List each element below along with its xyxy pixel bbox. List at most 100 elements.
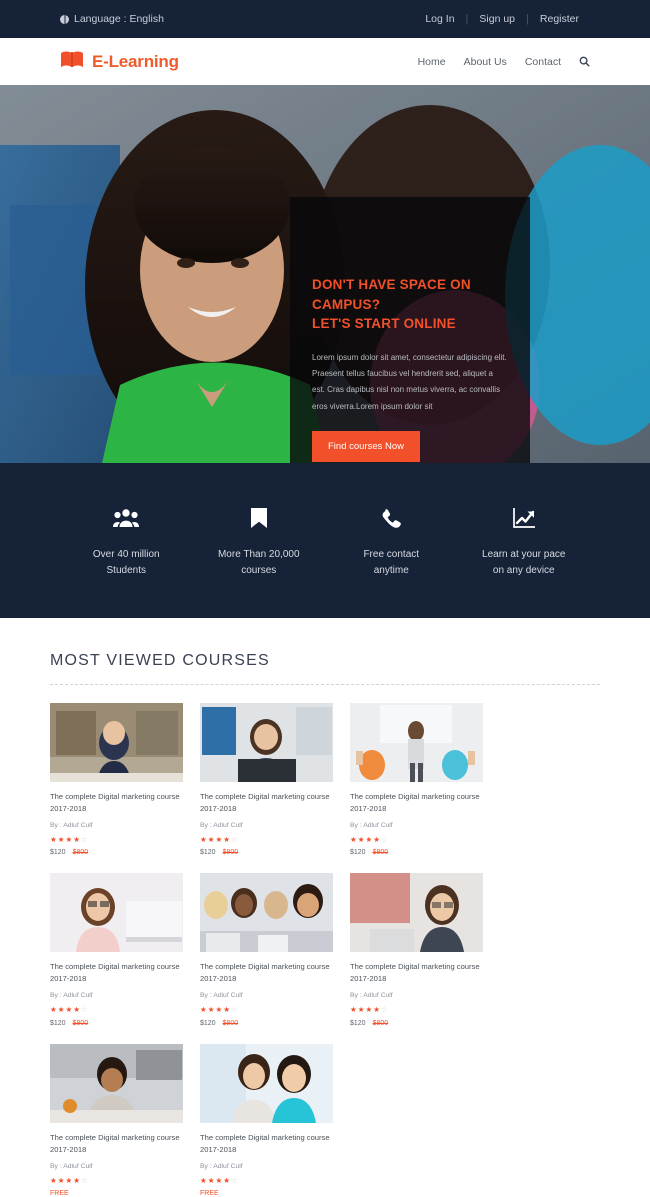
course-title[interactable]: The complete Digital marketing course 201… (350, 961, 483, 985)
course-title-text: The complete Digital marketing course (350, 792, 480, 801)
course-thumbnail[interactable] (50, 703, 183, 782)
nav-item-home[interactable]: Home (418, 56, 446, 68)
star-filled-icon: ★ (50, 1005, 57, 1015)
nav-item-contact[interactable]: Contact (525, 56, 561, 68)
course-rating: ★ ★ ★ ★ ☆ (350, 1006, 483, 1014)
course-thumbnail[interactable] (200, 703, 333, 782)
register-link[interactable]: Register (529, 13, 590, 25)
feature-label-pace: Learn at your pace on any device (458, 547, 591, 578)
course-title[interactable]: The complete Digital marketing course 201… (50, 1132, 183, 1156)
star-filled-icon: ★ (373, 1005, 380, 1015)
course-rating: ★ ★ ★ ★ ☆ (200, 836, 333, 844)
signup-link[interactable]: Sign up (468, 13, 526, 25)
course-author: By : Adluf Culf (50, 821, 93, 829)
course-price: FREE (50, 1190, 183, 1197)
course-card[interactable]: The complete Digital marketing course 201… (350, 873, 483, 1027)
language-selector[interactable]: Language : English (60, 13, 164, 25)
course-title[interactable]: The complete Digital marketing course 201… (50, 961, 183, 985)
course-title[interactable]: The complete Digital marketing course 201… (200, 961, 333, 985)
find-courses-button[interactable]: Find courses Now (312, 431, 421, 463)
course-author: By : Adluf Culf (200, 992, 243, 1000)
course-thumbnail[interactable] (200, 1043, 333, 1123)
course-price: $120 $800 (200, 1020, 333, 1027)
course-price-original: $800 (222, 1019, 239, 1027)
search-icon[interactable] (579, 56, 590, 67)
star-filled-icon: ★ (365, 834, 373, 844)
star-filled-icon: ★ (57, 1005, 65, 1015)
star-filled-icon: ★ (215, 834, 223, 844)
course-title[interactable]: The complete Digital marketing course 201… (350, 791, 483, 815)
star-filled-icon: ★ (50, 1175, 57, 1185)
star-empty-icon: ☆ (80, 1175, 88, 1185)
course-thumbnail[interactable] (50, 873, 183, 953)
feature-line1: More Than 20,000 (217, 549, 300, 560)
star-filled-icon: ★ (57, 1175, 65, 1185)
chart-line-icon (458, 503, 591, 533)
course-year: 2017-2018 (200, 1144, 237, 1154)
course-thumbnail[interactable] (350, 703, 483, 782)
course-author: By : Adluf Culf (200, 1162, 243, 1170)
login-link[interactable]: Log In (414, 13, 465, 25)
brand-name: E-Learning (92, 51, 179, 71)
course-price-current: $120 (200, 849, 216, 857)
star-empty-icon: ☆ (230, 1175, 238, 1185)
course-card[interactable]: The complete Digital marketing course 201… (200, 873, 333, 1027)
phone-icon (325, 503, 458, 533)
course-price-original: $800 (72, 849, 89, 857)
brand-logo[interactable]: E-Learning (60, 50, 179, 74)
feature-line2: courses (241, 564, 277, 576)
course-card[interactable]: The complete Digital marketing course 201… (200, 703, 333, 856)
course-title[interactable]: The complete Digital marketing course 201… (50, 791, 183, 815)
course-author: By : Adluf Culf (350, 992, 393, 1000)
course-card[interactable]: The complete Digital marketing course 201… (50, 703, 183, 856)
feature-item-courses: More Than 20,000 courses (193, 503, 326, 578)
course-title-text: The complete Digital marketing course (200, 962, 330, 972)
hero-description: Lorem ipsum dolor sit amet, consectetur … (312, 352, 507, 411)
star-filled-icon: ★ (50, 834, 57, 844)
open-book-icon (60, 50, 84, 74)
course-price: $120 $800 (50, 849, 183, 856)
course-rating: ★ ★ ★ ★ ☆ (350, 836, 483, 844)
course-title-text: The complete Digital marketing course (50, 1132, 180, 1142)
course-rating: ★ ★ ★ ★ ☆ (200, 1006, 333, 1014)
bookmark-icon (193, 503, 326, 533)
globe-icon (60, 14, 69, 24)
course-title[interactable]: The complete Digital marketing course 201… (200, 1132, 333, 1156)
feature-label-contact: Free contact anytime (325, 547, 458, 578)
course-card[interactable]: The complete Digital marketing course 201… (50, 873, 183, 1027)
star-filled-icon: ★ (73, 834, 80, 844)
features-band: Over 40 million Students More Than 20,00… (0, 463, 650, 618)
star-filled-icon: ★ (207, 1175, 215, 1185)
star-filled-icon: ★ (200, 1175, 207, 1185)
course-title-text: The complete Digital marketing course (50, 962, 180, 972)
star-filled-icon: ★ (350, 834, 357, 844)
course-card[interactable]: The complete Digital marketing course 201… (50, 1043, 183, 1197)
language-label: Language : English (74, 13, 164, 25)
feature-line2: anytime (373, 564, 409, 576)
courses-section: MOST VIEWED COURSES The complete Digital… (0, 618, 650, 1197)
nav-item-about-us[interactable]: About Us (464, 56, 507, 68)
course-title[interactable]: The complete Digital marketing course 201… (200, 791, 333, 815)
course-thumbnail[interactable] (200, 873, 333, 953)
course-author: By : Adluf Culf (50, 1162, 93, 1170)
course-card[interactable]: The complete Digital marketing course 201… (200, 1043, 333, 1197)
course-year: 2017-2018 (50, 1144, 87, 1154)
course-price-current: $120 (200, 1019, 216, 1027)
star-filled-icon: ★ (223, 1005, 230, 1015)
course-thumbnail[interactable] (50, 1043, 183, 1123)
star-empty-icon: ☆ (230, 834, 238, 844)
course-price-free: FREE (200, 1190, 219, 1197)
course-title-text: The complete Digital marketing course (50, 792, 180, 801)
star-filled-icon: ★ (200, 834, 207, 844)
course-author: By : Adluf Culf (200, 821, 243, 829)
hero-banner: DON'T HAVE SPACE ON CAMPUS? LET'S START … (0, 85, 650, 463)
course-price: $120 $800 (350, 849, 483, 856)
star-filled-icon: ★ (65, 834, 73, 844)
course-thumbnail[interactable] (350, 873, 483, 953)
course-card[interactable]: The complete Digital marketing course 201… (350, 703, 483, 856)
course-price: $120 $800 (50, 1020, 183, 1027)
site-header: E-Learning Home About Us Contact (0, 38, 650, 85)
star-empty-icon: ☆ (380, 834, 388, 844)
course-price-current: $120 (50, 849, 66, 857)
star-filled-icon: ★ (207, 834, 215, 844)
